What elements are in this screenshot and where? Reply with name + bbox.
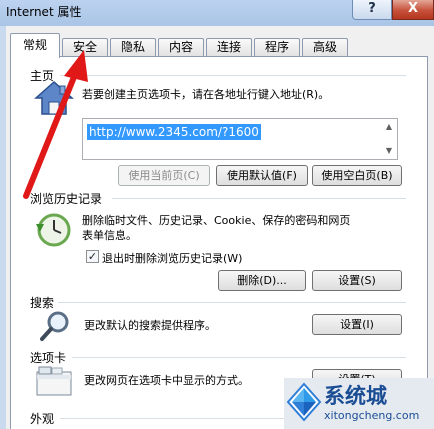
history-section-divider — [112, 198, 406, 199]
tabs-section-title: 选项卡 — [30, 351, 67, 365]
tab-privacy[interactable]: 隐私 — [110, 38, 156, 57]
delete-on-exit-checkbox[interactable]: ✓ — [86, 250, 99, 263]
tab-programs[interactable]: 程序 — [254, 38, 300, 57]
home-section-divider — [60, 75, 406, 76]
home-url-text: http://www.2345.com/?1600 — [87, 124, 261, 140]
tab-connections[interactable]: 连接 — [206, 38, 252, 57]
history-clock-icon — [36, 213, 71, 247]
magnifier-icon — [40, 311, 69, 341]
delete-on-exit-label[interactable]: 退出时删除浏览历史记录(W) — [102, 250, 242, 266]
scroll-down-icon[interactable]: ▼ — [382, 144, 396, 158]
appearance-section-divider — [60, 418, 290, 419]
history-settings-button[interactable]: 设置(S) — [312, 270, 402, 291]
use-default-button[interactable]: 使用默认值(F) — [216, 165, 308, 186]
help-button[interactable]: ? — [352, 0, 392, 20]
tabs-window-icon — [36, 366, 72, 396]
appearance-section-title: 外观 — [30, 412, 55, 426]
home-url-field[interactable]: http://www.2345.com/?1600 ▲ ▼ — [82, 118, 398, 160]
watermark: 系统城 xitongcheng.com — [284, 378, 434, 429]
history-section-title: 浏览历史记录 — [30, 192, 103, 206]
search-settings-button[interactable]: 设置(I) — [312, 314, 402, 335]
use-blank-button[interactable]: 使用空白页(B) — [312, 165, 402, 186]
watermark-name: 系统城 — [324, 384, 387, 408]
close-button[interactable]: X — [392, 0, 434, 20]
tabs-description: 更改网页在选项卡中显示的方式。 — [84, 374, 249, 387]
watermark-domain: xitongcheng.com — [324, 409, 420, 422]
title-bar: Internet 属性 ? X — [0, 0, 434, 26]
scroll-up-icon[interactable]: ▲ — [382, 120, 396, 134]
history-description-line2: 表单信息。 — [82, 229, 137, 242]
tab-content[interactable]: 内容 — [158, 38, 204, 57]
search-section-divider — [58, 302, 406, 303]
tab-strip: 常规 安全 隐私 内容 连接 程序 高级 — [6, 32, 434, 58]
use-current-button[interactable]: 使用当前页(C) — [118, 165, 210, 186]
delete-history-button[interactable]: 删除(D)... — [218, 270, 306, 291]
tab-security[interactable]: 安全 — [62, 38, 108, 57]
tab-general[interactable]: 常规 — [10, 33, 60, 58]
home-description: 若要创建主页选项卡，请在各地址行键入地址(R)。 — [82, 88, 330, 101]
windows-logo-icon — [286, 382, 322, 422]
window-title: Internet 属性 — [6, 5, 82, 19]
history-description-line1: 删除临时文件、历史记录、Cookie、保存的密码和网页 — [82, 214, 351, 227]
tabs-section-divider — [72, 357, 406, 358]
search-description: 更改默认的搜索提供程序。 — [84, 319, 216, 332]
house-icon — [34, 80, 74, 115]
tab-advanced[interactable]: 高级 — [302, 38, 348, 57]
